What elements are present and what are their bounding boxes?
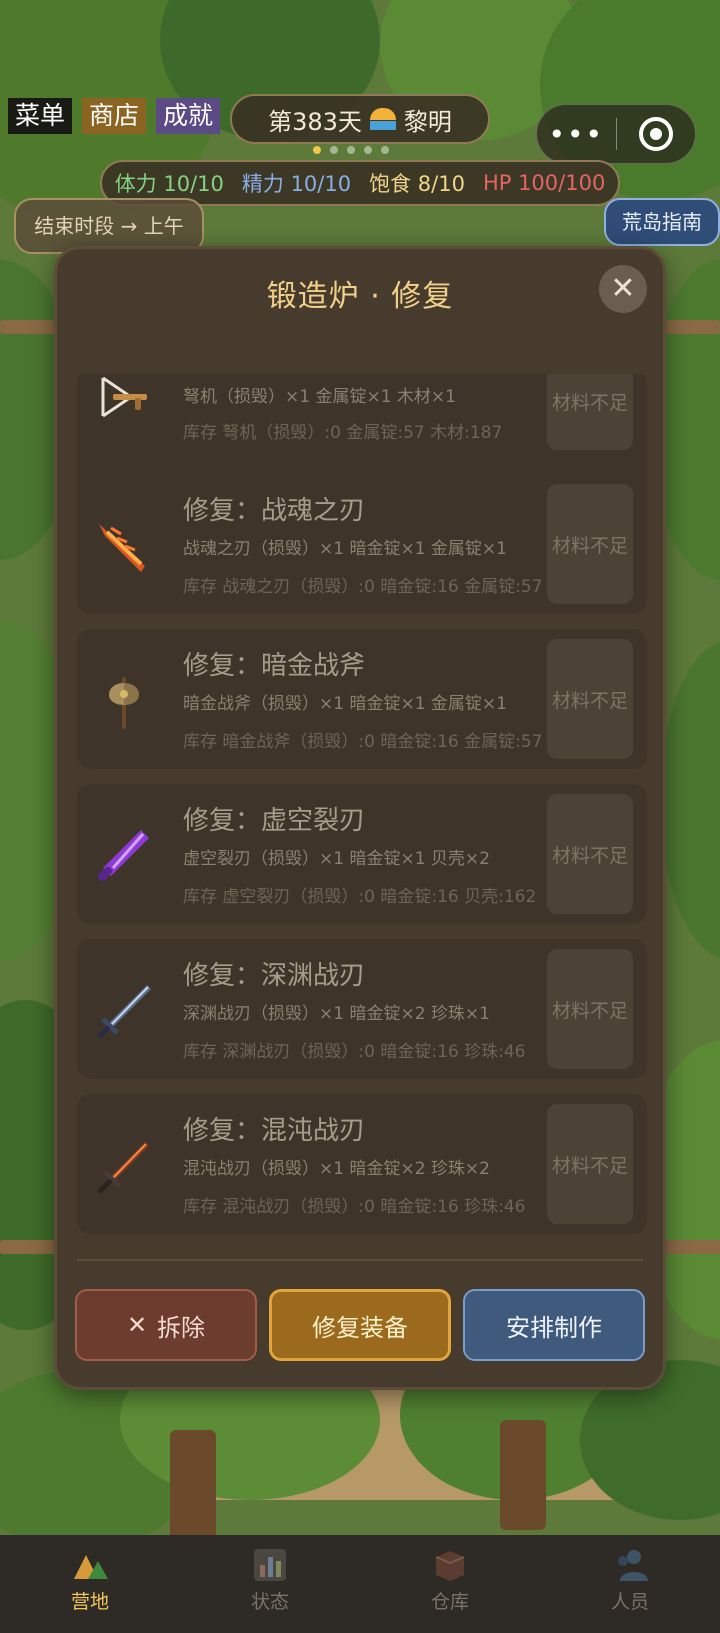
day-indicator: 第383天 黎明 (230, 94, 490, 144)
schedule-crafting-button[interactable]: 安排制作 (463, 1289, 645, 1361)
day-counter: 第383天 (268, 107, 362, 136)
target-icon (638, 117, 673, 151)
repair-list[interactable]: 弩机（损毁）×1 金属锭×1 木材×1 库存 弩机（损毁）:0 金属锭:57 木… (77, 374, 647, 1254)
nav-camp[interactable]: 营地 (0, 1535, 180, 1633)
food-stat: 饱食 8/10 (369, 172, 465, 196)
repair-title: 修复：深渊战刃 (183, 961, 366, 991)
nav-status[interactable]: 状态 (180, 1535, 360, 1633)
repair-stock: 库存 暗金战斧（损毁）:0 暗金锭:16 金属锭:57 (183, 732, 543, 752)
repair-card: 修复：混沌战刃 混沌战刃（损毁）×1 暗金锭×2 珍珠×2 库存 混沌战刃（损毁… (77, 1094, 647, 1234)
chaos-sword-icon (97, 1142, 149, 1194)
repair-requirements: 混沌战刃（损毁）×1 暗金锭×2 珍珠×2 (183, 1159, 490, 1179)
repair-stock: 库存 混沌战刃（损毁）:0 暗金锭:16 珍珠:46 (183, 1197, 526, 1217)
repair-stock: 库存 深渊战刃（损毁）:0 暗金锭:16 珍珠:46 (183, 1042, 526, 1062)
energy-stat: 精力 10/10 (241, 172, 352, 196)
insufficient-materials-button[interactable]: 材料不足 (547, 1104, 633, 1224)
battle-axe-icon (108, 677, 140, 729)
nav-warehouse[interactable]: 仓库 (360, 1535, 540, 1633)
stamina-stat: 体力 10/10 (114, 172, 224, 196)
repair-stock: 库存 虚空裂刃（损毁）:0 暗金锭:16 贝壳:162 (183, 887, 537, 907)
modal-divider (77, 1259, 643, 1261)
nav-label: 营地 (70, 1591, 109, 1613)
nav-label: 仓库 (430, 1591, 469, 1613)
void-blade-icon (97, 830, 149, 882)
insufficient-materials-button[interactable]: 材料不足 (547, 374, 633, 450)
modal-title: 锻造炉 · 修复 (266, 279, 454, 314)
repair-stock: 库存 弩机（损毁）:0 金属锭:57 木材:187 (183, 423, 503, 443)
hp-stat: HP 100/100 (482, 171, 606, 195)
repair-requirements: 虚空裂刃（损毁）×1 暗金锭×1 贝壳×2 (183, 849, 490, 869)
repair-equipment-button[interactable]: 修复装备 (269, 1289, 451, 1361)
repair-requirements: 战魂之刃（损毁）×1 暗金锭×1 金属锭×1 (183, 539, 507, 559)
page-indicator (313, 146, 389, 154)
repair-card: 修复：战魂之刃 战魂之刃（损毁）×1 暗金锭×1 金属锭×1 库存 战魂之刃（损… (77, 474, 647, 614)
achievements-tab[interactable]: 成就 (156, 98, 221, 134)
repair-card: 修复：虚空裂刃 虚空裂刃（损毁）×1 暗金锭×1 贝壳×2 库存 虚空裂刃（损毁… (77, 784, 647, 924)
insufficient-materials-button[interactable]: 材料不足 (547, 794, 633, 914)
repair-title: 修复：暗金战斧 (183, 651, 366, 681)
repair-title: 修复：战魂之刃 (183, 496, 366, 526)
people-icon (610, 1545, 650, 1585)
insufficient-materials-button[interactable]: 材料不足 (547, 639, 633, 759)
menu-tab[interactable]: 菜单 (8, 98, 73, 134)
action-buttons: ✕ 拆除 修复装备 安排制作 (75, 1289, 645, 1361)
page-dot (313, 146, 321, 154)
miniprogram-capsule: ••• (536, 104, 696, 164)
nav-label: 状态 (250, 1591, 289, 1613)
day-period: 黎明 (403, 107, 452, 136)
repair-card: 修复：深渊战刃 深渊战刃（损毁）×1 暗金锭×2 珍珠×1 库存 深渊战刃（损毁… (77, 939, 647, 1079)
forge-repair-modal: 锻造炉 · 修复 ✕ 弩机（损毁）×1 金属锭×1 木材×1 库存 弩机（损毁）… (54, 246, 666, 1390)
repair-title: 修复：混沌战刃 (183, 1116, 366, 1146)
repair-card: 修复：暗金战斧 暗金战斧（损毁）×1 暗金锭×1 金属锭×1 库存 暗金战斧（损… (77, 629, 647, 769)
page-dot (364, 146, 372, 154)
repair-requirements: 深渊战刃（损毁）×1 暗金锭×2 珍珠×1 (183, 1004, 490, 1024)
crossbow-icon (101, 376, 147, 418)
insufficient-materials-button[interactable]: 材料不足 (547, 484, 633, 604)
close-icon: ✕ (126, 1311, 148, 1339)
nav-label: 人员 (610, 1591, 649, 1613)
abyss-sword-icon (97, 985, 151, 1039)
repair-requirements: 弩机（损毁）×1 金属锭×1 木材×1 (183, 387, 456, 407)
close-button[interactable]: ✕ (599, 265, 647, 313)
exit-button[interactable] (617, 117, 696, 151)
page-dot (381, 146, 389, 154)
camp-icon (70, 1545, 110, 1585)
box-icon (430, 1545, 470, 1585)
more-menu-button[interactable]: ••• (537, 118, 616, 151)
top-tabs: 菜单 商店 成就 (8, 98, 221, 134)
repair-requirements: 暗金战斧（损毁）×1 暗金锭×1 金属锭×1 (183, 694, 507, 714)
dismantle-button[interactable]: ✕ 拆除 (75, 1289, 257, 1361)
repair-title: 修复：虚空裂刃 (183, 806, 366, 836)
island-guide-button[interactable]: 荒岛指南 (604, 198, 720, 246)
insufficient-materials-button[interactable]: 材料不足 (547, 949, 633, 1069)
bottom-nav: 营地 状态 仓库 人员 (0, 1535, 720, 1633)
nav-people[interactable]: 人员 (540, 1535, 720, 1633)
sunrise-icon (369, 108, 396, 130)
chart-icon (250, 1545, 290, 1585)
dismantle-label: 拆除 (157, 1313, 206, 1342)
page-dot (330, 146, 338, 154)
flame-blade-icon (99, 524, 145, 572)
shop-tab[interactable]: 商店 (82, 98, 147, 134)
repair-stock: 库存 战魂之刃（损毁）:0 暗金锭:16 金属锭:57 (183, 577, 543, 597)
page-dot (347, 146, 355, 154)
